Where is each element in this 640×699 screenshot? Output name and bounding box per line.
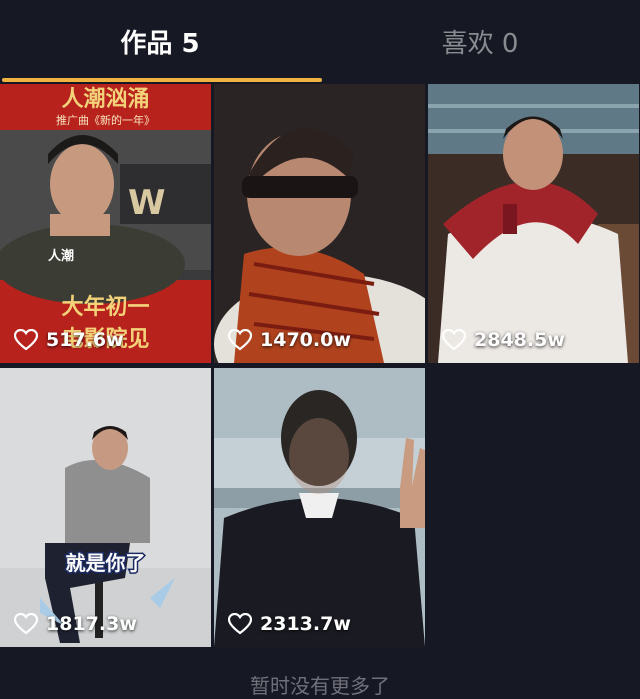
video-5-image: [214, 368, 425, 647]
video-thumbnail-5[interactable]: 2313.7w: [214, 368, 425, 647]
like-count-text: 2313.7w: [260, 613, 351, 635]
heart-icon: [228, 613, 252, 635]
heart-icon: [14, 329, 38, 351]
video-1-image: W 人潮汹涌 推广曲《新的一年》 人潮 大年初一 电影院见: [0, 84, 211, 363]
like-count-1: 517.6w: [14, 329, 124, 351]
video-4-caption-text: 就是你了: [66, 551, 146, 575]
heart-icon: [228, 329, 252, 351]
video-1-title-text: 人潮汹涌: [61, 87, 149, 112]
heart-icon: [442, 329, 466, 351]
like-count-2: 1470.0w: [228, 329, 351, 351]
like-count-5: 2313.7w: [228, 613, 351, 635]
video-4-image: 就是你了: [0, 368, 211, 647]
video-1-subtitle-text: 推广曲《新的一年》: [56, 113, 155, 127]
video-1-tag-text: 人潮: [48, 248, 74, 264]
no-more-content-text: 暂时没有更多了: [250, 674, 390, 698]
video-thumbnail-4[interactable]: 就是你了 1817.3w: [0, 368, 211, 647]
heart-icon: [14, 613, 38, 635]
like-count-text: 1470.0w: [260, 329, 351, 351]
video-thumbnail-3[interactable]: 2848.5w: [428, 84, 639, 363]
tab-works[interactable]: 作品 5: [0, 0, 320, 82]
like-count-3: 2848.5w: [442, 329, 565, 351]
tab-likes[interactable]: 喜欢 0: [320, 0, 640, 82]
like-count-text: 517.6w: [46, 329, 124, 351]
svg-text:W: W: [128, 183, 166, 223]
like-count-text: 2848.5w: [474, 329, 565, 351]
like-count-text: 1817.3w: [46, 613, 137, 635]
profile-tabs: 作品 5 喜欢 0: [0, 0, 640, 82]
active-tab-indicator: [2, 78, 322, 82]
video-2-image: [214, 84, 425, 363]
video-3-image: [428, 84, 639, 363]
video-thumbnail-1[interactable]: W 人潮汹涌 推广曲《新的一年》 人潮 大年初一 电影院见 517.6w: [0, 84, 211, 363]
video-1-bottom-text-1: 大年初一: [61, 294, 149, 320]
video-thumbnail-2[interactable]: 1470.0w: [214, 84, 425, 363]
like-count-4: 1817.3w: [14, 613, 137, 635]
